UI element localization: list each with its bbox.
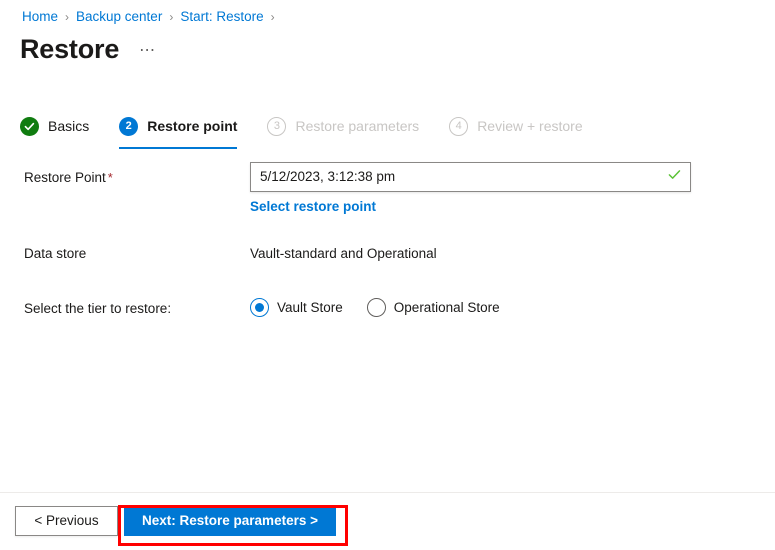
check-icon <box>668 168 681 186</box>
data-store-control: Vault-standard and Operational <box>250 238 775 263</box>
radio-selected-icon[interactable] <box>250 298 269 317</box>
restore-point-label: Restore Point * <box>0 162 250 187</box>
tab-basics[interactable]: Basics <box>20 112 89 142</box>
more-options-icon[interactable]: ⋯ <box>139 34 157 68</box>
page-title: Restore <box>20 34 120 64</box>
step-number-badge: 2 <box>119 116 139 136</box>
check-circle-icon <box>20 116 39 136</box>
active-tab-underline <box>119 147 238 149</box>
tab-restore-parameters-label: Restore parameters <box>295 118 420 134</box>
azure-restore-wizard-page: Home › Backup center › Start: Restore › … <box>0 0 775 550</box>
wizard-tab-list: Basics 2 Restore point 3 Restore paramet… <box>20 112 613 150</box>
restore-point-input[interactable]: 5/12/2023, 3:12:38 pm <box>250 162 691 192</box>
field-restore-point: Restore Point * 5/12/2023, 3:12:38 pm Sel… <box>0 162 775 216</box>
tab-restore-point[interactable]: 2 Restore point <box>119 112 238 149</box>
step-number-badge: 4 <box>449 116 469 136</box>
breadcrumb: Home › Backup center › Start: Restore › <box>22 8 282 26</box>
tab-basics-label: Basics <box>48 118 90 134</box>
data-store-label: Data store <box>24 246 87 261</box>
radio-vault-store-label: Vault Store <box>277 299 343 315</box>
next-restore-parameters-button[interactable]: Next: Restore parameters > <box>124 506 336 536</box>
restore-point-form: Restore Point * 5/12/2023, 3:12:38 pm Sel… <box>0 162 775 318</box>
required-marker: * <box>107 170 113 185</box>
tab-restore-parameters[interactable]: 3 Restore parameters <box>267 112 419 142</box>
step-number-badge: 3 <box>267 116 287 136</box>
tab-review-restore[interactable]: 4 Review + restore <box>449 112 583 142</box>
restore-tier-control: Vault Store Operational Store <box>250 293 775 317</box>
restore-point-input-value[interactable]: 5/12/2023, 3:12:38 pm <box>251 163 690 191</box>
breadcrumb-separator-icon: › <box>270 10 275 24</box>
tab-restore-point-label: Restore point <box>147 118 238 134</box>
radio-operational-store-label: Operational Store <box>393 299 500 315</box>
field-restore-tier: Select the tier to restore: Vault Store … <box>0 293 775 318</box>
previous-button[interactable]: < Previous <box>15 506 118 536</box>
page-header: Restore ⋯ <box>20 32 157 71</box>
breadcrumb-item-backup-center[interactable]: Backup center <box>76 8 162 26</box>
radio-vault-store[interactable]: Vault Store <box>250 298 343 317</box>
tab-review-restore-label: Review + restore <box>477 118 583 134</box>
radio-unselected-icon[interactable] <box>366 298 386 317</box>
field-data-store: Data store Vault-standard and Operationa… <box>0 238 775 263</box>
breadcrumb-separator-icon: › <box>65 10 70 24</box>
breadcrumb-separator-icon: › <box>169 10 174 24</box>
breadcrumb-item-start-restore[interactable]: Start: Restore <box>180 8 263 26</box>
wizard-footer: < Previous Next: Restore parameters > <box>0 493 775 550</box>
data-store-value: Vault-standard and Operational <box>250 246 437 261</box>
restore-tier-radio-group: Vault Store Operational Store <box>250 293 775 317</box>
restore-point-label-text: Restore Point <box>24 170 106 185</box>
breadcrumb-item-home[interactable]: Home <box>22 8 58 26</box>
restore-point-control: 5/12/2023, 3:12:38 pm Select restore poi… <box>250 162 775 216</box>
select-restore-point-link[interactable]: Select restore point <box>250 198 376 216</box>
restore-tier-label: Select the tier to restore: <box>24 301 172 316</box>
radio-operational-store[interactable]: Operational Store <box>366 298 500 317</box>
